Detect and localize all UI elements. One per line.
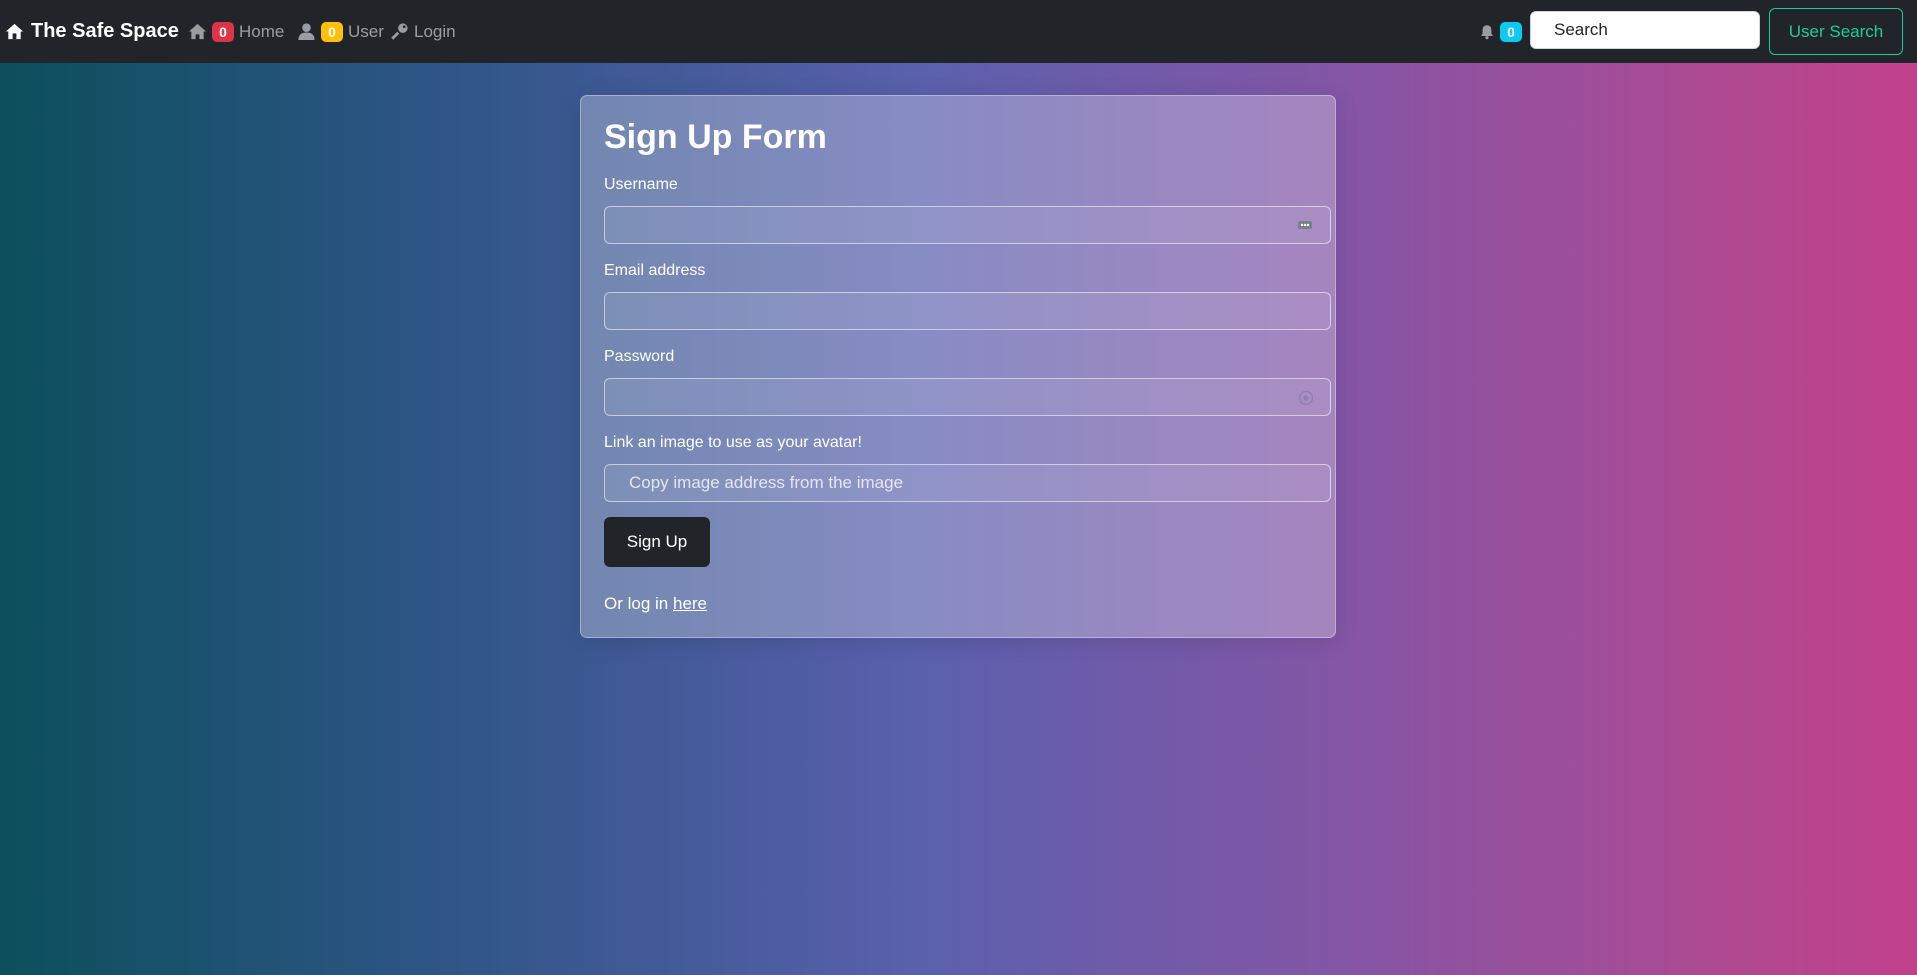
login-prompt-text: Or log in	[604, 594, 673, 613]
password-manager-icon[interactable]	[1298, 390, 1314, 406]
autofill-dots-icon[interactable]	[1297, 217, 1313, 233]
key-icon	[391, 23, 408, 40]
signup-form-card: Sign Up Form Username Email address Pass…	[580, 95, 1336, 638]
bell-icon	[1481, 24, 1493, 39]
login-here-link[interactable]: here	[673, 594, 707, 613]
nav-login-label: Login	[414, 21, 456, 41]
nav-user-link[interactable]: 0 User	[297, 0, 384, 63]
top-navbar: The Safe Space 0 Home 0 User Login 0 Use…	[0, 0, 1917, 63]
nav-home-label: Home	[239, 21, 285, 41]
password-field[interactable]	[604, 378, 1331, 416]
avatar-url-field[interactable]	[604, 464, 1331, 502]
login-prompt: Or log in here	[604, 594, 707, 614]
brand-title: The Safe Space	[31, 20, 179, 42]
password-label: Password	[604, 348, 675, 365]
username-field[interactable]	[604, 206, 1331, 244]
nav-user-label: User	[348, 21, 384, 41]
avatar-label: Link an image to use as your avatar!	[604, 434, 862, 451]
user-icon	[298, 23, 315, 41]
search-input[interactable]	[1530, 11, 1760, 49]
nav-login-link[interactable]: Login	[390, 0, 456, 63]
nav-home-link[interactable]: 0 Home	[188, 0, 284, 63]
notifications-button[interactable]: 0	[1479, 0, 1522, 63]
email-label: Email address	[604, 262, 706, 279]
email-field[interactable]	[604, 292, 1331, 330]
brand-link[interactable]: The Safe Space	[5, 0, 179, 63]
sign-up-button[interactable]: Sign Up	[604, 517, 710, 567]
home-icon	[188, 23, 207, 40]
notifications-count-badge: 0	[1500, 21, 1522, 42]
house-icon	[5, 23, 24, 40]
form-title: Sign Up Form	[604, 118, 827, 156]
username-label: Username	[604, 176, 678, 193]
user-count-badge: 0	[321, 21, 343, 42]
home-count-badge: 0	[212, 21, 234, 42]
user-search-button[interactable]: User Search	[1769, 8, 1903, 55]
